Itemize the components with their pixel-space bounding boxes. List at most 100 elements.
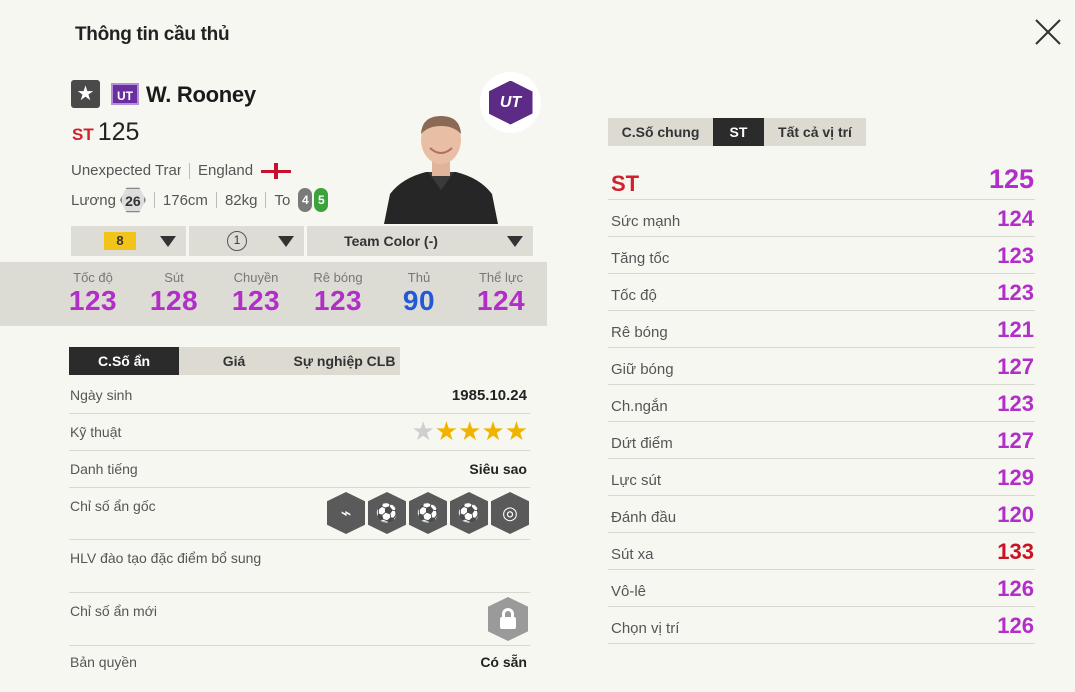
upgrade-level-badge: 8 bbox=[104, 232, 136, 250]
detail-stat-row: Dứt điểm 127 bbox=[608, 422, 1035, 459]
stat-label: Thủ bbox=[407, 270, 431, 285]
star-icon: ★ bbox=[504, 416, 528, 446]
finesse-shot-trait-icon[interactable]: ⚽ bbox=[409, 492, 447, 534]
detail-stat-value: 129 bbox=[997, 465, 1034, 490]
skill-label: Kỹ thuật bbox=[70, 424, 122, 440]
stat-pace: Tốc độ 123 bbox=[53, 270, 133, 317]
detail-stat-value: 126 bbox=[997, 613, 1034, 638]
detail-stat-label: Sút xa bbox=[611, 546, 654, 563]
detail-stat-label: Chọn vị trí bbox=[611, 620, 680, 637]
stat-passing: Chuyền 123 bbox=[216, 270, 296, 317]
stat-shooting: Sút 128 bbox=[134, 270, 214, 317]
birth-value: 1985.10.24 bbox=[451, 387, 527, 404]
detail-stat-label: Giữ bóng bbox=[611, 361, 674, 378]
weight: 82kg bbox=[224, 191, 258, 209]
detail-stat-value: 127 bbox=[997, 354, 1034, 379]
long-shot-trait-icon[interactable]: ⌁ bbox=[327, 492, 365, 534]
lock-icon[interactable] bbox=[488, 597, 528, 641]
coach-row: HLV đào tạo đặc điểm bổ sung bbox=[69, 540, 530, 593]
stat-value: 123 bbox=[68, 285, 118, 316]
playmaker-trait-icon[interactable]: ◎ bbox=[491, 492, 529, 534]
trait-list: ⌁ ⚽ ⚽ ⚽ ◎ bbox=[324, 492, 529, 534]
detail-stat-row: Chọn vị trí 126 bbox=[608, 607, 1035, 644]
tab-st[interactable]: ST bbox=[713, 118, 764, 146]
season-name: Unexpected Transfer bbox=[71, 162, 181, 179]
close-button[interactable] bbox=[1030, 14, 1066, 50]
dribbler-trait-icon[interactable]: ⚽ bbox=[450, 492, 488, 534]
tab-all-positions[interactable]: Tất cả vị trí bbox=[764, 118, 866, 146]
star-icon: ★ bbox=[458, 416, 482, 446]
star-icon: ★ bbox=[481, 416, 505, 446]
stat-label: Thể lực bbox=[478, 270, 524, 285]
player-name: W. Rooney bbox=[146, 82, 256, 107]
detail-stat-value: 123 bbox=[997, 391, 1034, 416]
birth-row: Ngày sinh 1985.10.24 bbox=[69, 378, 530, 414]
detail-stat-row: ST 125 bbox=[608, 164, 1035, 200]
stat-value: 123 bbox=[313, 285, 363, 316]
detail-stat-value: 124 bbox=[997, 206, 1034, 231]
detail-stat-row: Đánh đầu 120 bbox=[608, 496, 1035, 533]
birth-label: Ngày sinh bbox=[70, 387, 133, 403]
position-tabs: C.Số chung ST Tất cả vị trí bbox=[608, 118, 866, 146]
detail-stat-label: ST bbox=[611, 171, 640, 196]
detail-stat-row: Sút xa 133 bbox=[608, 533, 1035, 570]
weak-foot-icon: 45 bbox=[298, 188, 330, 212]
player-meta-season: Unexpected Transfer England bbox=[71, 162, 292, 179]
skill-level-value: 1 bbox=[227, 231, 247, 251]
info-tabs: C.Số ẩn Giá Sự nghiệp CLB bbox=[69, 347, 400, 375]
power-header-trait-icon[interactable]: ⚽ bbox=[368, 492, 406, 534]
traits-label: Chỉ số ẩn gốc bbox=[70, 498, 156, 514]
detail-stat-row: Rê bóng 121 bbox=[608, 311, 1035, 348]
stat-label: Tốc độ bbox=[73, 270, 113, 285]
detail-stat-row: Giữ bóng 127 bbox=[608, 348, 1035, 385]
wage-label: Lương bbox=[71, 191, 116, 209]
star-icon: ★ bbox=[434, 416, 459, 446]
tab-hidden-stats[interactable]: C.Số ẩn bbox=[69, 347, 179, 375]
england-flag-icon bbox=[261, 162, 292, 179]
skill-level-selector[interactable]: 1 bbox=[189, 226, 304, 256]
close-icon bbox=[1035, 19, 1061, 45]
wage-value: 26 bbox=[119, 187, 146, 213]
detail-stat-value: 127 bbox=[997, 428, 1034, 453]
star-icon: ★ bbox=[71, 80, 100, 108]
skill-stars: ★ ★ ★ ★ ★ bbox=[411, 418, 528, 444]
new-traits-label: Chỉ số ẩn mới bbox=[70, 603, 157, 619]
detail-stat-value: 125 bbox=[988, 164, 1034, 194]
fame-value: Siêu sao bbox=[469, 461, 527, 477]
detail-stat-label: Lực sút bbox=[611, 472, 662, 489]
detail-stat-value: 133 bbox=[997, 539, 1034, 564]
summary-stats: Tốc độ 123 Sút 128 Chuyền 123 Rê bóng 12… bbox=[0, 262, 547, 326]
detail-stat-row: Vô-lê 126 bbox=[608, 570, 1035, 607]
detail-stat-value: 123 bbox=[997, 280, 1034, 305]
license-row: Bản quyền Có sẵn bbox=[69, 646, 530, 682]
detail-stat-label: Ch.ngắn bbox=[611, 398, 668, 415]
upgrade-selector[interactable]: 8 bbox=[71, 226, 186, 256]
tab-club-career[interactable]: Sự nghiệp CLB bbox=[289, 347, 400, 375]
page-title: Thông tin cầu thủ bbox=[75, 24, 230, 45]
right-foot-value: 5 bbox=[314, 188, 329, 212]
detail-stat-label: Sức mạnh bbox=[611, 213, 681, 230]
chevron-down-icon bbox=[278, 236, 294, 247]
stat-value: 124 bbox=[476, 285, 526, 316]
detail-stat-label: Dứt điểm bbox=[611, 435, 673, 452]
detail-stat-value: 120 bbox=[997, 502, 1034, 527]
tab-general-stats[interactable]: C.Số chung bbox=[608, 118, 713, 146]
fame-label: Danh tiếng bbox=[70, 461, 138, 477]
tab-price[interactable]: Giá bbox=[179, 347, 289, 375]
stat-value: 128 bbox=[149, 285, 199, 316]
detail-stat-value: 121 bbox=[997, 317, 1034, 342]
team-color-selector[interactable]: Team Color (-) bbox=[307, 226, 533, 256]
stat-label: Sút bbox=[164, 270, 184, 285]
star-icon: ★ bbox=[411, 416, 435, 446]
detail-stat-row: Tăng tốc 123 bbox=[608, 237, 1035, 274]
detail-stat-value: 123 bbox=[997, 243, 1034, 268]
stat-value: 90 bbox=[402, 285, 436, 316]
stat-value: 123 bbox=[231, 285, 281, 316]
detail-stat-row: Tốc độ 123 bbox=[608, 274, 1035, 311]
coach-label: HLV đào tạo đặc điểm bổ sung bbox=[70, 550, 262, 566]
chevron-down-icon bbox=[160, 236, 176, 247]
ovr-value: 125 bbox=[97, 118, 140, 146]
detail-stat-row: Ch.ngắn 123 bbox=[608, 385, 1035, 422]
new-traits-row: Chỉ số ẩn mới bbox=[69, 593, 530, 646]
stat-physical: Thể lực 124 bbox=[461, 270, 541, 317]
